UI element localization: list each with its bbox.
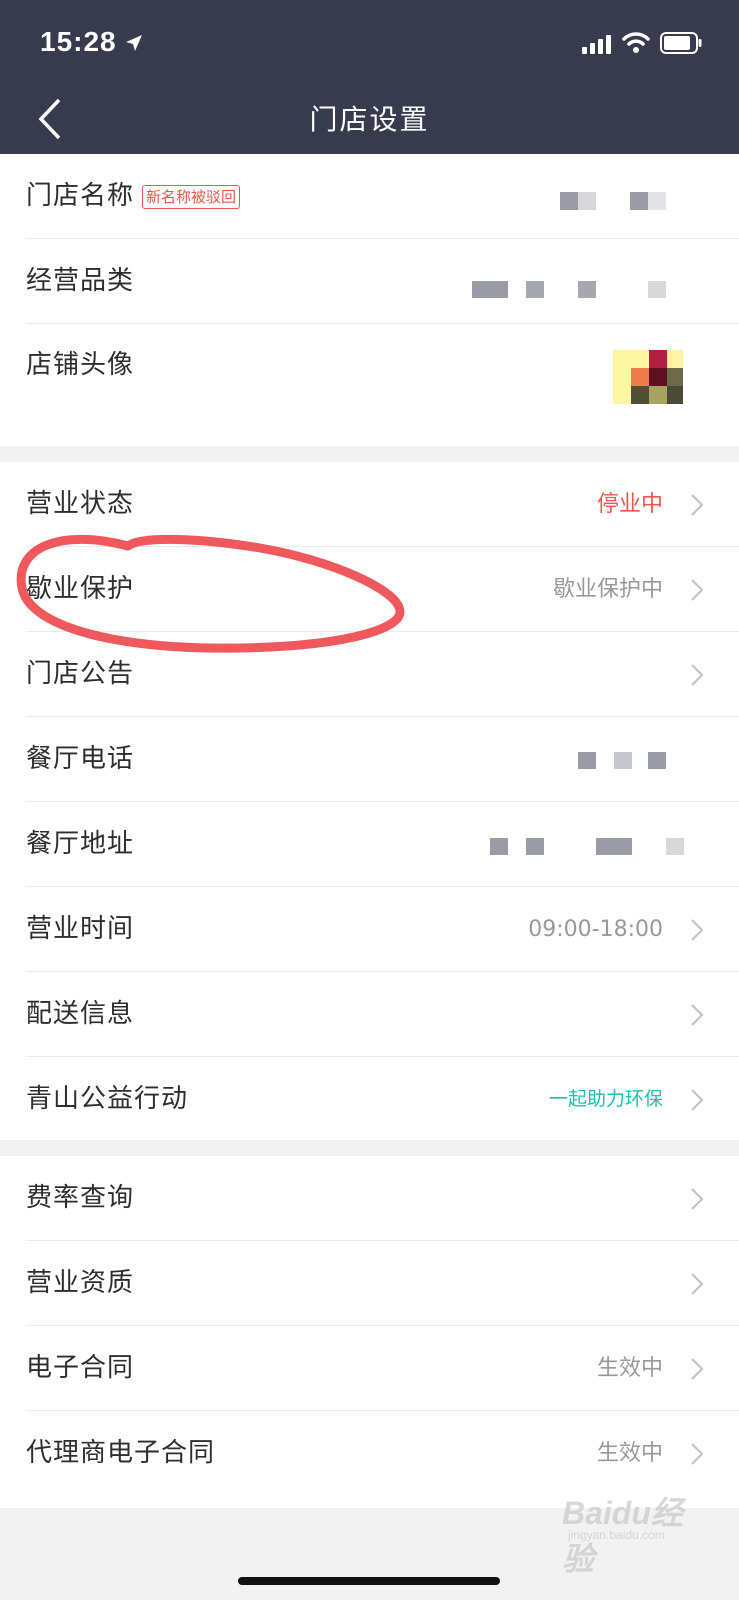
row-value: 生效中	[596, 1356, 663, 1381]
row-label: 店铺头像	[26, 350, 135, 380]
row-label: 门店公告	[26, 659, 135, 689]
chevron-right-icon	[691, 1004, 704, 1026]
store-info-group: 门店名称 新名称被驳回 经营品类 店铺头像	[0, 154, 739, 446]
row-e-contract[interactable]: 电子合同 生效中	[0, 1326, 739, 1411]
row-store-notice[interactable]: 门店公告	[0, 632, 739, 717]
row-label: 餐厅地址	[26, 829, 135, 859]
row-restaurant-address[interactable]: 餐厅地址	[0, 802, 739, 887]
row-business-hours[interactable]: 营业时间 09:00-18:00	[0, 887, 739, 972]
status-bar: 15:28	[0, 0, 739, 88]
masked-value	[472, 239, 672, 324]
cellular-signal-icon	[582, 35, 611, 54]
row-closure-protection[interactable]: 歇业保护 歇业保护中	[0, 547, 739, 632]
battery-icon	[660, 32, 702, 54]
row-restaurant-phone[interactable]: 餐厅电话	[0, 717, 739, 802]
row-value: 一起助力环保	[548, 1088, 663, 1110]
chevron-right-icon	[691, 1358, 704, 1380]
operations-group: 营业状态 停业中 歇业保护 歇业保护中 门店公告 餐厅电话 餐厅地址 营业时间 …	[0, 462, 739, 1140]
masked-value	[578, 717, 678, 802]
baidu-watermark: Baidu经验 jingyan.baidu.com	[546, 1478, 706, 1577]
row-value: 停业中	[596, 492, 663, 517]
row-business-qualification[interactable]: 营业资质	[0, 1241, 739, 1326]
chevron-right-icon	[691, 494, 704, 516]
row-value: 09:00-18:00	[528, 917, 663, 942]
row-label: 代理商电子合同	[26, 1438, 216, 1468]
row-label: 营业资质	[26, 1268, 135, 1298]
row-label: 配送信息	[26, 999, 135, 1029]
contracts-group: 费率查询 营业资质 电子合同 生效中 代理商电子合同 生效中	[0, 1156, 739, 1508]
page-title: 门店设置	[309, 103, 430, 136]
row-green-charity[interactable]: 青山公益行动 一起助力环保	[0, 1057, 739, 1142]
status-time: 15:28	[40, 26, 117, 57]
chevron-right-icon	[691, 919, 704, 941]
watermark-subtext: jingyan.baidu.com	[568, 1528, 665, 1542]
row-label: 青山公益行动	[26, 1084, 189, 1114]
row-label: 电子合同	[26, 1353, 135, 1383]
chevron-right-icon	[691, 1443, 704, 1465]
row-store-name[interactable]: 门店名称 新名称被驳回	[0, 154, 739, 239]
location-arrow-icon	[126, 35, 142, 51]
row-store-avatar[interactable]: 店铺头像	[0, 324, 739, 446]
row-label: 营业状态	[26, 489, 135, 519]
chevron-right-icon	[691, 1089, 704, 1111]
chevron-right-icon	[691, 1273, 704, 1295]
chevron-right-icon	[691, 579, 704, 601]
row-value: 歇业保护中	[552, 577, 663, 602]
row-label: 费率查询	[26, 1183, 135, 1213]
wifi-icon	[622, 32, 650, 53]
row-label: 门店名称	[26, 181, 135, 211]
row-label: 营业时间	[26, 914, 135, 944]
top-bar: 15:28 门店设置	[0, 0, 739, 154]
row-label: 歇业保护	[26, 574, 135, 604]
row-label: 餐厅电话	[26, 744, 135, 774]
chevron-right-icon	[691, 1188, 704, 1210]
masked-value	[490, 802, 690, 887]
row-fee-inquiry[interactable]: 费率查询	[0, 1156, 739, 1241]
rejected-badge: 新名称被驳回	[142, 185, 241, 209]
row-business-status[interactable]: 营业状态 停业中	[0, 462, 739, 547]
row-delivery-info[interactable]: 配送信息	[0, 972, 739, 1057]
masked-value	[560, 154, 670, 239]
chevron-right-icon	[691, 664, 704, 686]
store-avatar-image[interactable]	[613, 350, 683, 404]
home-indicator[interactable]	[238, 1577, 500, 1585]
